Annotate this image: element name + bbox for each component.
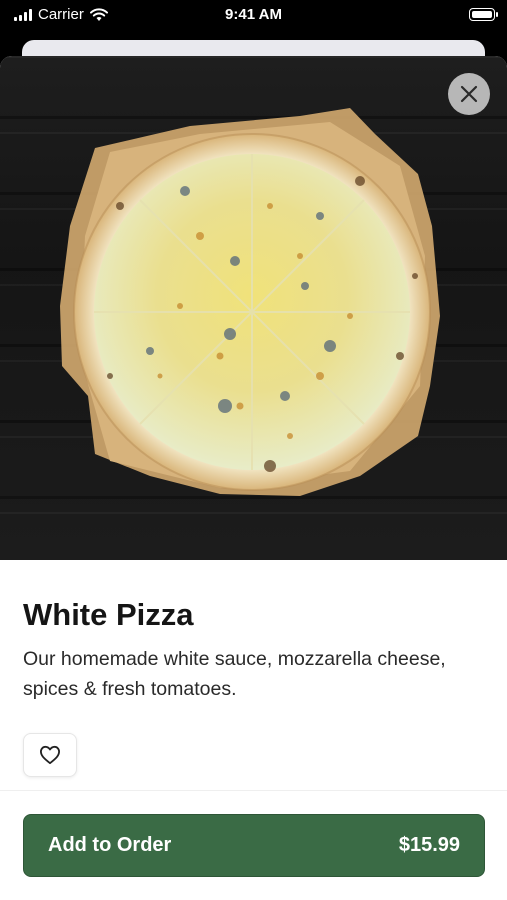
item-name: White Pizza	[23, 597, 194, 632]
item-details: White Pizza Our homemade white sauce, mo…	[23, 596, 483, 704]
item-image	[0, 56, 507, 560]
footer-divider	[0, 790, 507, 791]
pizza-illustration	[60, 108, 440, 496]
add-to-order-button[interactable]: Add to Order $15.99	[23, 814, 485, 877]
favorite-button[interactable]	[23, 733, 77, 777]
heart-outline-icon	[40, 745, 60, 765]
status-bar: Carrier 9:41 AM	[0, 0, 507, 32]
battery-icon	[469, 8, 498, 21]
close-button[interactable]	[448, 73, 490, 115]
item-description: Our homemade white sauce, mozzarella che…	[23, 648, 446, 700]
close-icon	[460, 85, 478, 103]
status-time: 9:41 AM	[225, 6, 282, 23]
item-detail-sheet: White Pizza Our homemade white sauce, mo…	[0, 56, 507, 900]
item-price: $15.99	[398, 834, 460, 856]
add-to-order-label: Add to Order	[48, 834, 172, 856]
